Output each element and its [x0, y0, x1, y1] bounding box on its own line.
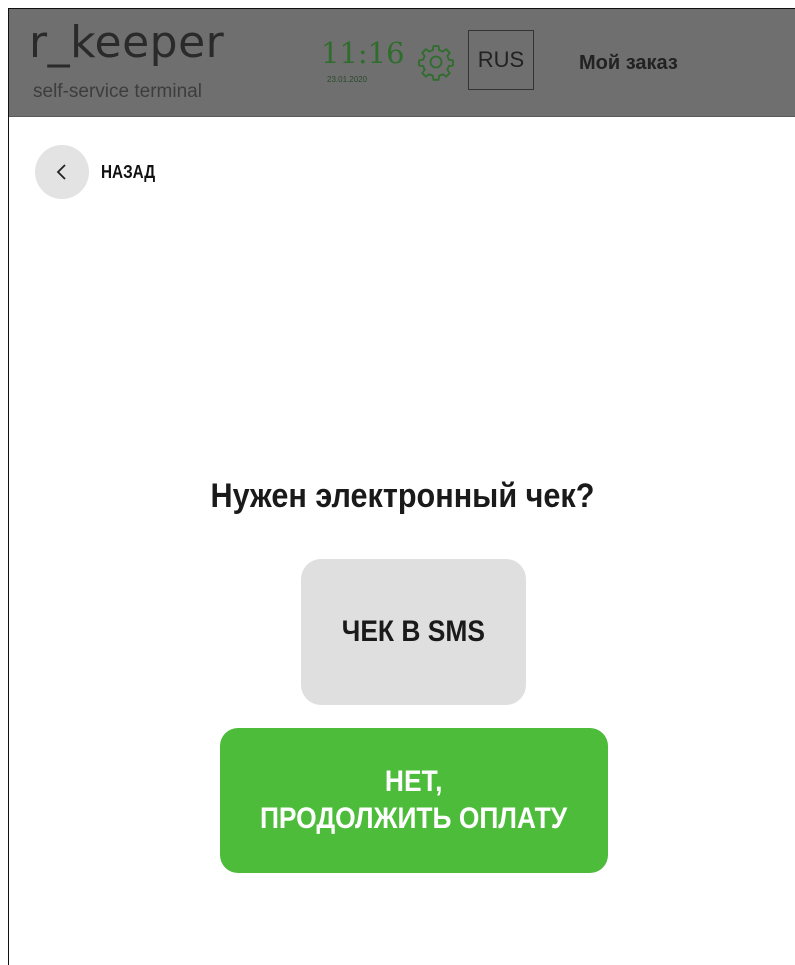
continue-label-line1: НЕТ, [385, 764, 443, 798]
my-order-button[interactable]: Мой заказ [579, 53, 678, 73]
top-bar: r_keeper self-service terminal 11:16 23.… [9, 9, 795, 117]
app-logo-subtitle: self-service terminal [33, 81, 202, 102]
language-button[interactable]: RUS [468, 30, 534, 90]
chevron-left-icon [35, 145, 89, 199]
continue-payment-button[interactable]: НЕТ, ПРОДОЛЖИТЬ ОПЛАТУ [220, 728, 608, 873]
receipt-question: Нужен электронный чек? [210, 477, 595, 515]
clock-time: 11:16 [321, 36, 405, 70]
back-label: НАЗАД [101, 161, 156, 182]
app-logo: r_keeper [29, 17, 225, 68]
language-label: RUS [477, 47, 525, 72]
app-window: r_keeper self-service terminal 11:16 23.… [8, 8, 795, 965]
sms-receipt-button[interactable]: ЧЕК В SMS [301, 559, 526, 705]
continue-label-line2: ПРОДОЛЖИТЬ ОПЛАТУ [260, 801, 568, 835]
back-button[interactable]: НАЗАД [35, 145, 165, 199]
sms-receipt-label: ЧЕК В SMS [341, 615, 486, 648]
gear-icon[interactable] [417, 43, 455, 81]
clock-date: 23.01.2020 [327, 75, 368, 84]
